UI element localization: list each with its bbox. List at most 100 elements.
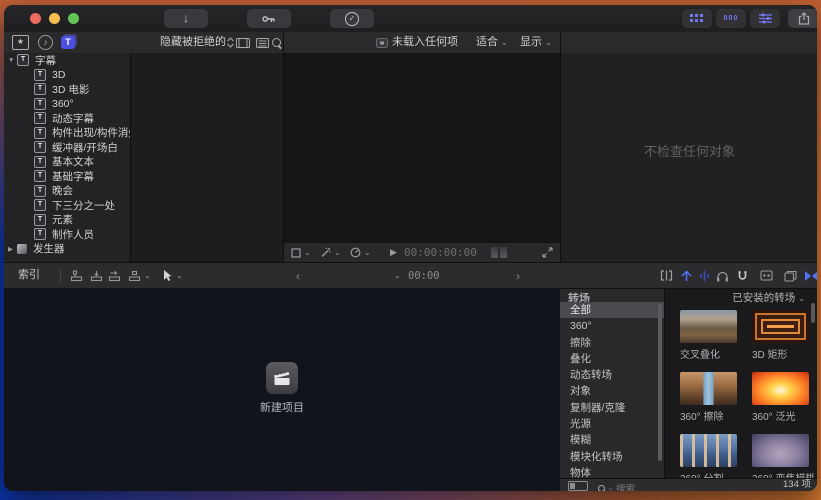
- photos-videos-browser-button[interactable]: [784, 263, 797, 288]
- expand-viewer-button[interactable]: [542, 243, 553, 262]
- sidebar-item-credits[interactable]: T制作人员: [4, 227, 130, 242]
- category-wipes[interactable]: 擦除: [560, 335, 664, 351]
- thumbnails-scrollbar[interactable]: [811, 303, 815, 323]
- timeline-index-button[interactable]: 索引: [18, 263, 40, 288]
- previous-marker-button[interactable]: ‹: [296, 263, 300, 288]
- append-clip-button[interactable]: [108, 263, 121, 288]
- search-button[interactable]: [272, 38, 281, 47]
- keyword-editor-button[interactable]: [247, 9, 291, 28]
- audio-meter-left: [491, 247, 498, 258]
- inspector-pane: 不检查任何对象: [560, 53, 817, 262]
- new-project-button[interactable]: 新建项目: [234, 362, 330, 415]
- filmstrip-view-button[interactable]: [236, 38, 250, 48]
- filter-updown-chevron-icon[interactable]: [226, 37, 235, 48]
- sidebar-item-titles[interactable]: ▼ T 字幕: [4, 53, 130, 68]
- category-360[interactable]: 360°: [560, 318, 664, 334]
- titles-category-icon: T: [34, 156, 46, 168]
- disclosure-closed-icon[interactable]: ▶: [8, 245, 17, 253]
- play-button[interactable]: ▶: [390, 243, 397, 262]
- share-button[interactable]: [788, 9, 817, 28]
- sidebar-item-animated[interactable]: T动态字幕: [4, 111, 130, 126]
- sidebar-item-generators[interactable]: ▶ 发生器: [4, 242, 130, 257]
- list-view-button[interactable]: [256, 38, 269, 48]
- overwrite-clip-button[interactable]: ⌄: [128, 263, 151, 288]
- zoom-window-button[interactable]: [68, 13, 79, 24]
- viewer-view-dropdown[interactable]: 显示⌄: [520, 32, 552, 53]
- transition-thumbnail: [680, 434, 737, 467]
- transition-360-flare[interactable]: 360° 泛光: [752, 372, 814, 423]
- sidebar-item-3d-cinematic[interactable]: T3D 电影: [4, 82, 130, 97]
- sidebar-titles-generators-button[interactable]: T: [61, 36, 75, 49]
- transitions-browser-button[interactable]: [804, 263, 817, 288]
- skimming-toggle-button[interactable]: [680, 263, 693, 288]
- solo-button[interactable]: [716, 263, 729, 288]
- hide-categories-sidebar-button[interactable]: [568, 481, 588, 491]
- insert-clip-button[interactable]: [90, 263, 103, 288]
- categories-scrollbar[interactable]: [658, 303, 662, 461]
- close-window-button[interactable]: [30, 13, 41, 24]
- installed-transitions-dropdown[interactable]: 已安装的转场⌄: [732, 290, 805, 305]
- transitions-search-field[interactable]: ⌄ 搜索: [598, 481, 635, 491]
- timecode-dropdown-chevron[interactable]: ⌄: [394, 263, 401, 288]
- category-all[interactable]: 全部: [560, 302, 664, 318]
- browser-layout-button[interactable]: [682, 9, 712, 28]
- chevron-down-icon: ⌄: [501, 38, 508, 47]
- crop-tool-dropdown[interactable]: ⌄: [291, 243, 311, 262]
- connect-clip-button[interactable]: [70, 263, 83, 288]
- audio-meters[interactable]: [491, 243, 509, 262]
- no-item-icon: [376, 38, 388, 48]
- snapping-toggle-button[interactable]: [736, 263, 749, 288]
- effects-browser-button[interactable]: [760, 263, 773, 288]
- category-lights[interactable]: 光源: [560, 416, 664, 432]
- sidebar-item-3d[interactable]: T3D: [4, 68, 130, 83]
- trim-tool-button[interactable]: [660, 263, 673, 288]
- category-objects[interactable]: 对象: [560, 383, 664, 399]
- transition-cross-dissolve[interactable]: 交叉叠化: [680, 310, 742, 361]
- sidebar-item-lower-thirds[interactable]: T下三分之一处: [4, 198, 130, 213]
- clip-filter-dropdown[interactable]: 隐藏被拒绝的: [160, 32, 226, 53]
- next-marker-button[interactable]: ›: [516, 263, 520, 288]
- category-replicator-clone[interactable]: 复制器/克隆: [560, 400, 664, 416]
- transition-360-wipe[interactable]: 360° 擦除: [680, 372, 742, 423]
- transitions-browser: 转场 全部 360° 擦除 叠化 动态转场 对象 复制器/克隆 光源 模糊 模块…: [560, 289, 817, 478]
- tools-dropdown[interactable]: ⌄: [162, 263, 183, 288]
- viewer-control-bar: ⌄ ⌄ ⌄ ▶ 00:00:00:00: [284, 242, 561, 262]
- sidebar-item-bumper-opener[interactable]: T缓冲器/开场白: [4, 140, 130, 155]
- disclosure-open-icon[interactable]: ▼: [8, 57, 17, 64]
- background-tasks-button[interactable]: ✓: [330, 9, 374, 28]
- enhancements-dropdown[interactable]: ⌄: [320, 243, 341, 262]
- transition-360-split[interactable]: 360° 分割: [680, 434, 742, 478]
- sidebar-item-basic-title[interactable]: T基础字幕: [4, 169, 130, 184]
- timeline-area[interactable]: 新建项目: [4, 289, 561, 491]
- sidebar-photos-audio-button[interactable]: ♪: [38, 35, 53, 50]
- timeline-layout-button[interactable]: 000: [716, 9, 746, 28]
- category-modular[interactable]: 模块化转场: [560, 449, 664, 465]
- media-star-icon: ★: [12, 35, 29, 50]
- titles-category-icon: T: [34, 141, 46, 153]
- category-dissolves[interactable]: 叠化: [560, 351, 664, 367]
- inspector-toggle-button[interactable]: [750, 9, 780, 28]
- sidebar-item-360[interactable]: T360°: [4, 97, 130, 112]
- chevron-down-icon: ⌄: [545, 38, 552, 47]
- sidebar-item-celebration[interactable]: T晚会: [4, 184, 130, 199]
- sidebar-item-elements[interactable]: T元素: [4, 213, 130, 228]
- music-note-icon: ♪: [38, 35, 53, 50]
- sidebar-item-build-in-out[interactable]: T构件出现/构件消失: [4, 126, 130, 141]
- audio-skimming-toggle-button[interactable]: [698, 263, 711, 288]
- minimize-window-button[interactable]: [49, 13, 60, 24]
- sidebar-media-button[interactable]: ★: [12, 35, 29, 50]
- viewer-fit-dropdown[interactable]: 适合⌄: [476, 32, 508, 53]
- import-media-button[interactable]: ↓: [164, 9, 208, 28]
- category-movements[interactable]: 动态转场: [560, 367, 664, 383]
- retime-dropdown[interactable]: ⌄: [350, 243, 371, 262]
- category-physical[interactable]: 物体: [560, 465, 664, 478]
- sidebar-item-basic-text[interactable]: T基本文本: [4, 155, 130, 170]
- category-blurs[interactable]: 模糊: [560, 432, 664, 448]
- bowtie-icon: [804, 270, 817, 282]
- transition-360-zoom-blur[interactable]: 360° 变焦模糊: [752, 434, 814, 478]
- titles-category-icon: T: [34, 228, 46, 240]
- download-arrow-icon: ↓: [183, 9, 189, 28]
- titles-browser-empty[interactable]: [130, 53, 284, 262]
- share-icon: [797, 12, 811, 25]
- transition-3d-rectangles[interactable]: 3D 矩形: [752, 310, 814, 361]
